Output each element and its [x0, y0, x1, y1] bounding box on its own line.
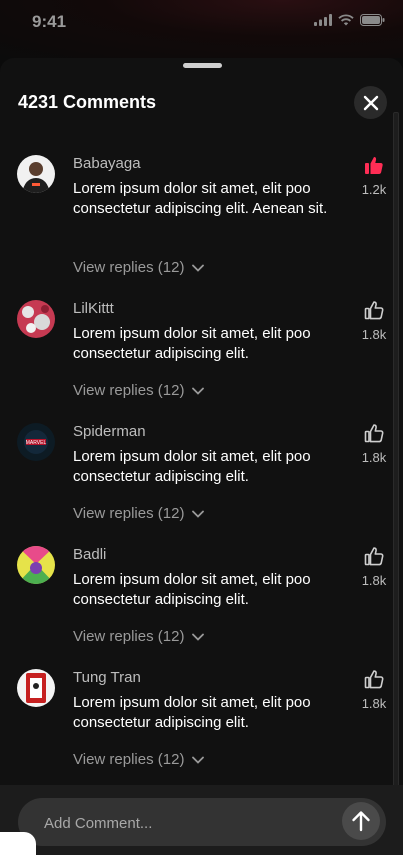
- comment-text: Lorem ipsum dolor sit amet, elit poo con…: [73, 448, 311, 485]
- view-replies-button[interactable]: View replies (12): [73, 505, 205, 522]
- thumbs-up-icon: [365, 157, 383, 174]
- status-time: 9:41: [32, 12, 67, 31]
- close-icon: [363, 95, 378, 110]
- add-comment-input[interactable]: [42, 798, 316, 848]
- comment-input-wrapper: [18, 798, 386, 848]
- arrow-up-icon: [352, 811, 370, 832]
- thumbs-up-icon: [364, 547, 384, 566]
- chevron-down-icon: [192, 510, 205, 518]
- comment-author[interactable]: Badli: [73, 546, 106, 563]
- like-count: 1.8k: [361, 573, 387, 588]
- thumbs-up-icon: [364, 301, 384, 320]
- battery-icon: [360, 14, 385, 26]
- view-replies-label: View replies (12): [73, 382, 185, 399]
- comment-text: Lorem ipsum dolor sit amet, elit poo con…: [73, 571, 311, 608]
- view-replies-label: View replies (12): [73, 259, 185, 276]
- thumbs-up-icon: [364, 424, 384, 443]
- status-icons: [314, 14, 385, 26]
- like-button[interactable]: 1.8k: [358, 669, 390, 711]
- view-replies-label: View replies (12): [73, 628, 185, 645]
- sheet-drag-handle[interactable]: [183, 63, 222, 68]
- comment-author[interactable]: Babayaga: [73, 155, 141, 172]
- avatar[interactable]: [17, 546, 55, 584]
- view-replies-label: View replies (12): [73, 751, 185, 768]
- like-button[interactable]: 1.2k: [358, 155, 390, 197]
- scrollbar[interactable]: [393, 112, 399, 804]
- comment-text: Lorem ipsum dolor sit amet, elit poo con…: [73, 180, 328, 217]
- avatar[interactable]: [17, 300, 55, 338]
- comment-author[interactable]: Spiderman: [73, 423, 146, 440]
- avatar[interactable]: [17, 669, 55, 707]
- close-button[interactable]: [354, 86, 387, 119]
- signal-icon: [314, 14, 332, 26]
- chevron-down-icon: [192, 633, 205, 641]
- view-replies-button[interactable]: View replies (12): [73, 751, 205, 768]
- like-count: 1.8k: [361, 450, 387, 465]
- thumbs-up-icon: [364, 670, 384, 689]
- status-bar: 9:41: [0, 0, 403, 58]
- chevron-down-icon: [192, 387, 205, 395]
- chevron-down-icon: [192, 264, 205, 272]
- wifi-icon: [338, 14, 354, 26]
- view-replies-button[interactable]: View replies (12): [73, 259, 205, 276]
- overlay-corner: [0, 832, 36, 855]
- like-count: 1.8k: [361, 327, 387, 342]
- comment-author[interactable]: LilKittt: [73, 300, 114, 317]
- send-button[interactable]: [342, 802, 380, 840]
- like-button[interactable]: 1.8k: [358, 423, 390, 465]
- comments-title: 4231 Comments: [18, 92, 157, 112]
- like-count: 1.2k: [361, 182, 387, 197]
- like-button[interactable]: 1.8k: [358, 300, 390, 342]
- view-replies-button[interactable]: View replies (12): [73, 382, 205, 399]
- like-count: 1.8k: [361, 696, 387, 711]
- comment-text: Lorem ipsum dolor sit amet, elit poo con…: [73, 694, 311, 731]
- chevron-down-icon: [192, 756, 205, 764]
- avatar[interactable]: [17, 155, 55, 193]
- view-replies-label: View replies (12): [73, 505, 185, 522]
- avatar[interactable]: MARVEL: [17, 423, 55, 461]
- comment-text: Lorem ipsum dolor sit amet, elit poo con…: [73, 325, 311, 362]
- comment-author[interactable]: Tung Tran: [73, 669, 141, 686]
- view-replies-button[interactable]: View replies (12): [73, 628, 205, 645]
- svg-text:MARVEL: MARVEL: [26, 440, 47, 446]
- like-button[interactable]: 1.8k: [358, 546, 390, 588]
